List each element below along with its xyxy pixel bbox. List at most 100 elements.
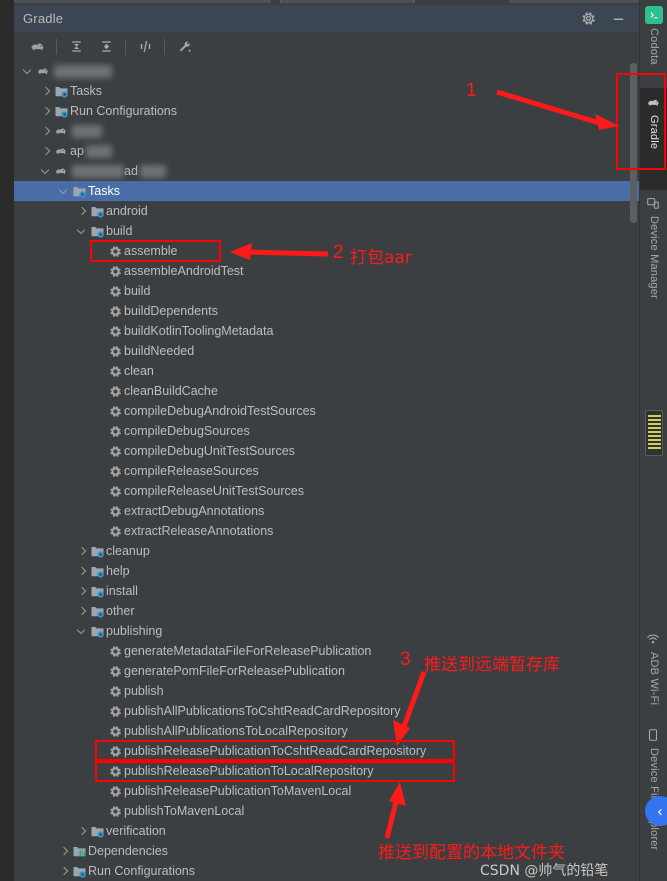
tree-row[interactable]: extractDebugAnnotations	[14, 501, 639, 521]
tree-row[interactable]: ad	[14, 161, 639, 181]
tree-row[interactable]: buildNeeded	[14, 341, 639, 361]
tree-row[interactable]: compileReleaseSources	[14, 461, 639, 481]
chevron-down-icon[interactable]	[22, 65, 34, 77]
chevron-right-icon[interactable]	[40, 145, 52, 157]
tree-row[interactable]: buildDependents	[14, 301, 639, 321]
tool-window-header: Gradle	[14, 5, 639, 32]
sidebar-item-device-file-explorer[interactable]: Device File Explorer	[640, 728, 667, 850]
tree-row[interactable]: compileDebugSources	[14, 421, 639, 441]
tree-row[interactable]: Tasks	[14, 81, 639, 101]
tree-row[interactable]: build	[14, 221, 639, 241]
gradle-task-icon	[106, 525, 124, 538]
sidebar-item-device-manager[interactable]: Device Manager	[640, 196, 667, 299]
gradle-task-icon	[106, 785, 124, 798]
gradle-task-icon	[106, 405, 124, 418]
tree-row[interactable]: publishReleasePublicationToLocalReposito…	[14, 761, 639, 781]
collapse-all-icon[interactable]	[91, 34, 121, 60]
tree-row-label: compileReleaseSources	[124, 464, 259, 478]
tree-row-label: Run Configurations	[70, 104, 178, 118]
tree-row[interactable]: assembleAndroidTest	[14, 261, 639, 281]
tree-row-label: android	[106, 204, 148, 218]
tree-row[interactable]: Run Configurations	[14, 861, 639, 881]
tree-scrollbar[interactable]	[630, 63, 637, 223]
tree-row[interactable]: cleanup	[14, 541, 639, 561]
tree-arrow-none	[94, 785, 106, 797]
tree-row[interactable]: generatePomFileForReleasePublication	[14, 661, 639, 681]
chevron-right-icon[interactable]	[76, 565, 88, 577]
tree-row-label: compileDebugSources	[124, 424, 250, 438]
chevron-right-icon[interactable]	[40, 125, 52, 137]
tree-row[interactable]: verification	[14, 821, 639, 841]
sidebar-item-adb-wifi[interactable]: ADB Wi-Fi	[640, 632, 667, 705]
chevron-right-icon[interactable]	[40, 105, 52, 117]
memory-indicator[interactable]	[645, 410, 663, 456]
tree-row[interactable]: buildKotlinToolingMetadata	[14, 321, 639, 341]
gradle-task-icon	[106, 485, 124, 498]
tree-row[interactable]: compileDebugUnitTestSources	[14, 441, 639, 461]
tasks-folder-icon	[88, 624, 106, 639]
tree-row-label: clean	[124, 364, 154, 378]
collapse-sidebar-button[interactable]: ‹	[645, 796, 667, 826]
tree-row[interactable]: publish	[14, 681, 639, 701]
expand-all-icon[interactable]	[61, 34, 91, 60]
tree-row[interactable]: build	[14, 281, 639, 301]
tree-arrow-none	[94, 405, 106, 417]
chevron-down-icon[interactable]	[58, 185, 70, 197]
tree-row[interactable]: publishAllPublicationsToLocalRepository	[14, 721, 639, 741]
tree-row[interactable]: generateMetadataFileForReleasePublicatio…	[14, 641, 639, 661]
sidebar-item-codota[interactable]: Codota	[640, 6, 667, 65]
tree-row[interactable]: install	[14, 581, 639, 601]
tree-row[interactable]: assemble	[14, 241, 639, 261]
gradle-task-icon	[106, 325, 124, 338]
toggle-offline-icon[interactable]	[130, 34, 160, 60]
gradle-project-tree[interactable]: Tasks Run Configurations ap ad Tasks android b…	[14, 61, 639, 881]
chevron-right-icon[interactable]	[58, 845, 70, 857]
tree-row-label: build	[106, 224, 133, 238]
tree-row[interactable]: publishAllPublicationsToCshtReadCardRepo…	[14, 701, 639, 721]
chevron-down-icon[interactable]	[40, 165, 52, 177]
tree-row[interactable]: compileReleaseUnitTestSources	[14, 481, 639, 501]
sidebar-item-label: Device Manager	[648, 216, 660, 299]
tree-row[interactable]	[14, 121, 639, 141]
tree-row-selected[interactable]: Tasks	[14, 181, 639, 201]
minimize-icon[interactable]	[611, 11, 627, 27]
tasks-folder-icon	[52, 104, 70, 119]
build-tool-settings-icon[interactable]	[169, 34, 199, 60]
gradle-tool-window: Gradle Tasks Run Configurations ap ad Ta…	[0, 0, 667, 881]
tree-row[interactable]: android	[14, 201, 639, 221]
tree-row-label: extractDebugAnnotations	[124, 504, 265, 518]
chevron-down-icon[interactable]	[76, 625, 88, 637]
tree-row[interactable]: publishReleasePublicationToCshtReadCardR…	[14, 741, 639, 761]
gradle-task-icon	[106, 665, 124, 678]
tree-row[interactable]	[14, 61, 639, 81]
reload-gradle-project-icon[interactable]	[22, 34, 52, 60]
tree-row[interactable]: Run Configurations	[14, 101, 639, 121]
chevron-right-icon[interactable]	[40, 85, 52, 97]
tree-row[interactable]: cleanBuildCache	[14, 381, 639, 401]
chevron-right-icon[interactable]	[76, 605, 88, 617]
chevron-right-icon[interactable]	[76, 825, 88, 837]
gear-icon[interactable]	[581, 11, 597, 27]
tree-row[interactable]: clean	[14, 361, 639, 381]
tree-row[interactable]: publishToMavenLocal	[14, 801, 639, 821]
tree-arrow-none	[94, 265, 106, 277]
chevron-right-icon[interactable]	[76, 585, 88, 597]
tree-row[interactable]: help	[14, 561, 639, 581]
redacted-label	[72, 124, 102, 138]
chevron-down-icon[interactable]	[76, 225, 88, 237]
gradle-toolbar	[14, 32, 639, 61]
gradle-task-icon	[106, 385, 124, 398]
sidebar-item-gradle[interactable]: Gradle	[640, 88, 667, 190]
tree-row[interactable]: publishReleasePublicationToMavenLocal	[14, 781, 639, 801]
tree-row[interactable]: compileDebugAndroidTestSources	[14, 401, 639, 421]
chevron-right-icon[interactable]	[58, 865, 70, 877]
tree-row[interactable]: extractReleaseAnnotations	[14, 521, 639, 541]
tree-arrow-none	[94, 725, 106, 737]
chevron-right-icon[interactable]	[76, 205, 88, 217]
tree-arrow-none	[94, 325, 106, 337]
chevron-right-icon[interactable]	[76, 545, 88, 557]
tree-row[interactable]: other	[14, 601, 639, 621]
tree-row[interactable]: ap	[14, 141, 639, 161]
tree-row[interactable]: Dependencies	[14, 841, 639, 861]
tree-row[interactable]: publishing	[14, 621, 639, 641]
